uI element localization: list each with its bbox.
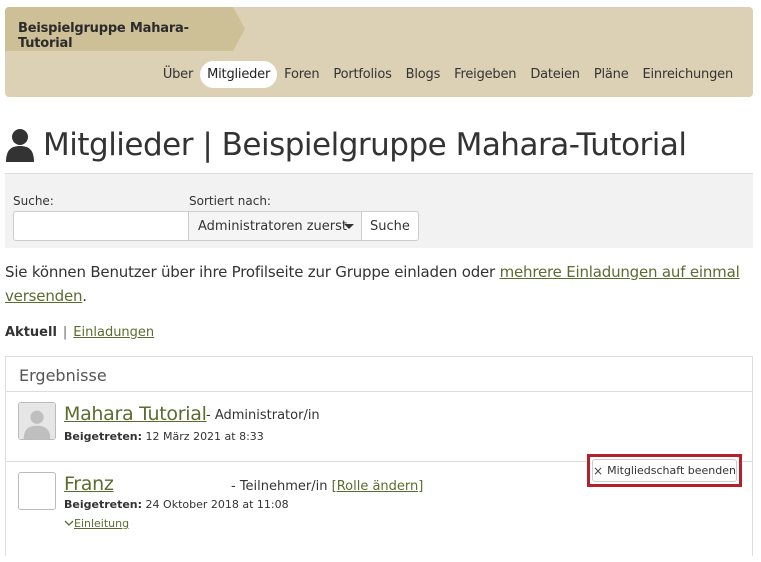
- nav-share[interactable]: Freigeben: [447, 61, 523, 88]
- sort-selected-value: Administratoren zuerst: [198, 218, 347, 234]
- joined-date: 24 Oktober 2018 at 11:08: [145, 498, 289, 511]
- default-avatar-icon: [19, 403, 55, 439]
- page-title-row: Mitglieder | Beispielgruppe Mahara-Tutor…: [5, 122, 687, 168]
- avatar[interactable]: [18, 472, 56, 510]
- introduction-label: Einleitung: [74, 517, 130, 530]
- sort-select[interactable]: Administratoren zuerst: [188, 211, 362, 241]
- search-panel: Suche: Sortiert nach: Administratoren zu…: [5, 173, 753, 248]
- change-role-link[interactable]: [Rolle ändern]: [332, 479, 424, 494]
- member-role-text: - Teilnehmer/in: [231, 479, 328, 494]
- avatar[interactable]: [18, 402, 56, 440]
- results-panel: Ergebnisse Mahara Tutorial - Administrat…: [5, 356, 753, 556]
- member-name[interactable]: Mahara Tutorial: [64, 403, 207, 425]
- nav-submissions[interactable]: Einreichungen: [636, 61, 741, 88]
- joined-label: Beigetreten:: [64, 498, 143, 511]
- info-text: Sie können Benutzer über ihre Profilseit…: [5, 260, 745, 308]
- nav-portfolios[interactable]: Portfolios: [326, 61, 398, 88]
- member-row: Mahara Tutorial - Administrator/in Beige…: [6, 392, 752, 462]
- sort-label: Sortiert nach:: [189, 194, 271, 208]
- page-title: Mitglieder | Beispielgruppe Mahara-Tutor…: [43, 127, 687, 163]
- info-text-body: Sie können Benutzer über ihre Profilseit…: [5, 263, 500, 281]
- introduction-toggle[interactable]: Einleitung: [64, 517, 129, 530]
- search-label: Suche:: [13, 194, 54, 208]
- chevron-down-icon: [64, 520, 74, 526]
- filter-separator: |: [62, 325, 68, 340]
- end-membership-label: Mitgliedschaft beenden: [607, 464, 736, 477]
- results-heading: Ergebnisse: [6, 357, 752, 392]
- member-joined: Beigetreten: 12 März 2021 at 8:33: [64, 430, 264, 443]
- filter-current: Aktuell: [5, 325, 57, 340]
- member-name[interactable]: Franz: [64, 473, 114, 495]
- member-filter: Aktuell | Einladungen: [5, 325, 154, 340]
- search-input[interactable]: [13, 211, 189, 241]
- caret-down-icon: [344, 224, 354, 229]
- nav-members[interactable]: Mitglieder: [200, 60, 278, 88]
- close-icon: ×: [593, 463, 604, 478]
- group-name-tab[interactable]: Beispielgruppe Mahara-Tutorial: [5, 7, 245, 51]
- group-name[interactable]: Beispielgruppe Mahara-Tutorial: [18, 21, 233, 51]
- nav-plans[interactable]: Pläne: [587, 61, 636, 88]
- group-nav: Über Mitglieder Foren Portfolios Blogs F…: [156, 59, 740, 89]
- end-membership-button[interactable]: × Mitgliedschaft beenden: [592, 459, 737, 482]
- joined-date: 12 März 2021 at 8:33: [145, 430, 264, 443]
- member-joined: Beigetreten: 24 Oktober 2018 at 11:08: [64, 498, 289, 511]
- filter-invitations-link[interactable]: Einladungen: [73, 325, 154, 340]
- user-icon: [6, 129, 34, 162]
- nav-forums[interactable]: Foren: [277, 61, 326, 88]
- info-text-suffix: .: [82, 287, 87, 305]
- member-role: - Administrator/in: [206, 408, 320, 423]
- nav-about[interactable]: Über: [156, 61, 200, 88]
- nav-files[interactable]: Dateien: [523, 61, 587, 88]
- group-header: Beispielgruppe Mahara-Tutorial Über Mitg…: [5, 7, 753, 97]
- joined-label: Beigetreten:: [64, 430, 143, 443]
- nav-blogs[interactable]: Blogs: [399, 61, 448, 88]
- end-membership-highlight: × Mitgliedschaft beenden: [587, 454, 742, 487]
- member-row: Franz - Teilnehmer/in [Rolle ändern] Bei…: [6, 454, 752, 562]
- search-button[interactable]: Suche: [361, 211, 419, 241]
- member-role: - Teilnehmer/in [Rolle ändern]: [231, 479, 423, 494]
